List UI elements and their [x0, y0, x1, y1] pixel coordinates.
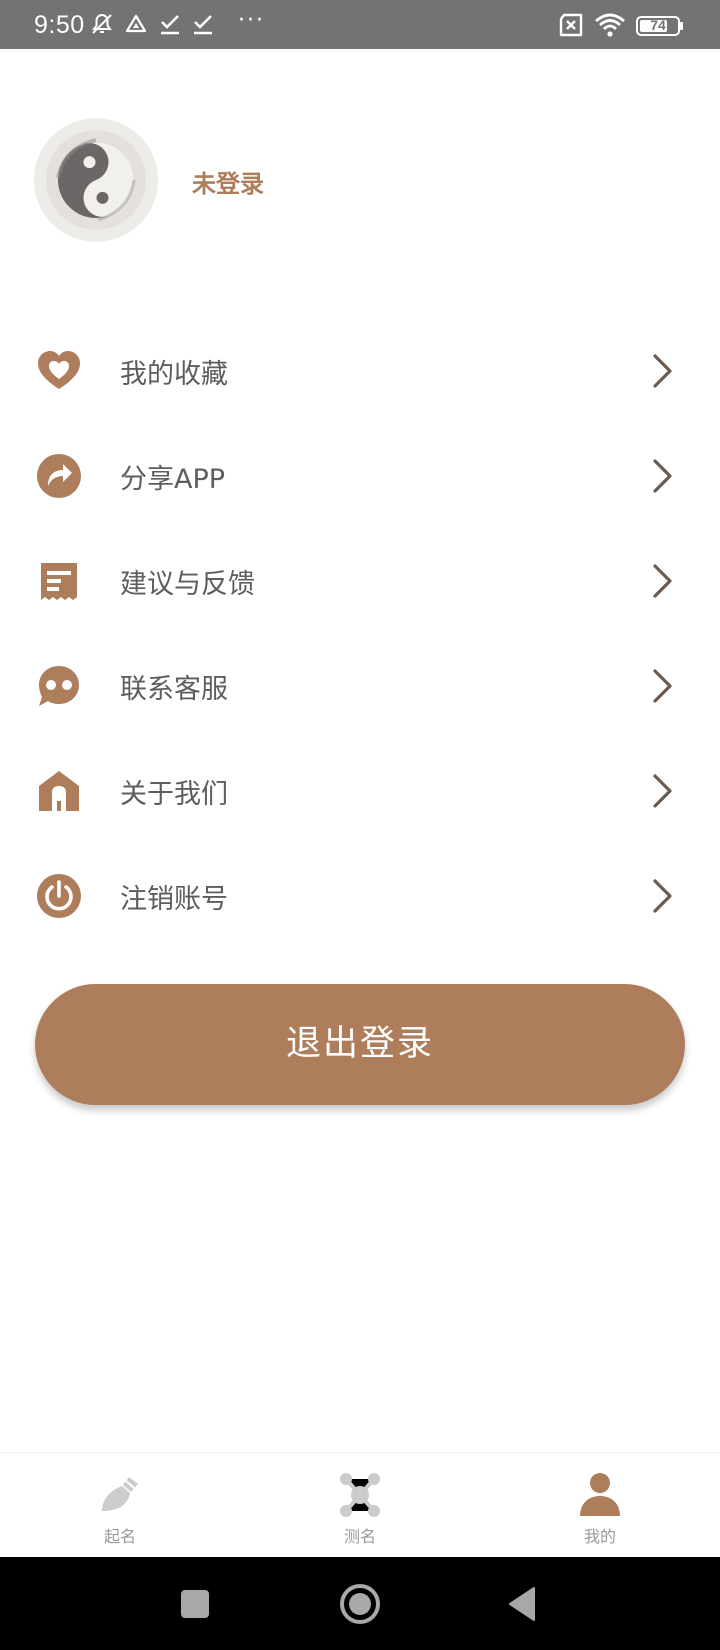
tab-naming[interactable]: 起名: [40, 1453, 200, 1558]
check-download-icon: [161, 15, 179, 35]
notifications-off-icon: [92, 13, 112, 34]
battery-icon: 74: [636, 16, 680, 36]
tab-mine[interactable]: 我的: [520, 1453, 680, 1558]
bottom-tab-bar: 起名 测名 我的: [0, 1452, 720, 1557]
chevron-right-icon: [653, 354, 672, 388]
menu-item-label: 我的收藏: [120, 359, 228, 390]
profile-screen: 9:50 ··· 74 未登录 我的收藏 分享APP 建议与反馈 联系客服 关于…: [0, 0, 720, 1650]
chevron-right-icon: [653, 459, 672, 493]
chevron-right-icon: [653, 564, 672, 598]
menu-item-customer-service[interactable]: 联系客服: [0, 633, 720, 738]
tab-label: 测名: [343, 1527, 376, 1546]
menu-item-favorites[interactable]: 我的收藏: [0, 318, 720, 423]
feedback-icon: [41, 563, 77, 600]
login-status-label[interactable]: 未登录: [192, 164, 264, 199]
menu-item-feedback[interactable]: 建议与反馈: [0, 528, 720, 633]
chevron-right-icon: [653, 774, 672, 808]
profile-header[interactable]: 未登录: [34, 118, 654, 242]
wifi-icon: [595, 13, 625, 37]
recent-apps-icon[interactable]: [170, 1579, 220, 1629]
chevron-right-icon: [653, 669, 672, 703]
heart-icon: [38, 351, 80, 389]
home-button-icon[interactable]: [335, 1579, 385, 1629]
battery-level: 74: [650, 17, 666, 33]
chat-icon: [39, 666, 79, 706]
tab-label: 我的: [583, 1527, 616, 1546]
logout-button[interactable]: 退出登录: [35, 984, 685, 1105]
system-nav-bar: [0, 1557, 720, 1650]
menu-item-delete-account[interactable]: 注销账号: [0, 843, 720, 948]
power-icon: [37, 874, 81, 918]
tab-label: 起名: [103, 1527, 136, 1546]
chevron-right-icon: [653, 879, 672, 913]
menu-item-label: 联系客服: [120, 674, 228, 705]
share-icon: [37, 454, 81, 498]
check-download-icon: [194, 15, 212, 35]
drive-icon: [125, 14, 147, 33]
home-icon: [39, 771, 79, 811]
brush-icon: [102, 1477, 138, 1511]
no-sim-icon: [559, 13, 583, 37]
menu-item-label: 建议与反馈: [120, 569, 255, 600]
status-time: 9:50: [34, 11, 85, 39]
person-icon: [580, 1473, 620, 1516]
network-icon: [340, 1473, 380, 1517]
menu-item-label: 注销账号: [120, 884, 228, 915]
back-icon[interactable]: [500, 1579, 550, 1629]
menu-item-share-app[interactable]: 分享APP: [0, 423, 720, 528]
status-bar: 9:50 ··· 74: [0, 0, 720, 49]
menu-item-label: 关于我们: [120, 779, 228, 810]
menu-item-about-us[interactable]: 关于我们: [0, 738, 720, 843]
avatar[interactable]: [34, 118, 158, 242]
more-notifications-icon: ···: [238, 8, 265, 33]
tab-name-test[interactable]: 测名: [280, 1453, 440, 1558]
menu-item-label: 分享APP: [120, 464, 226, 495]
yin-yang-icon: [34, 118, 158, 242]
